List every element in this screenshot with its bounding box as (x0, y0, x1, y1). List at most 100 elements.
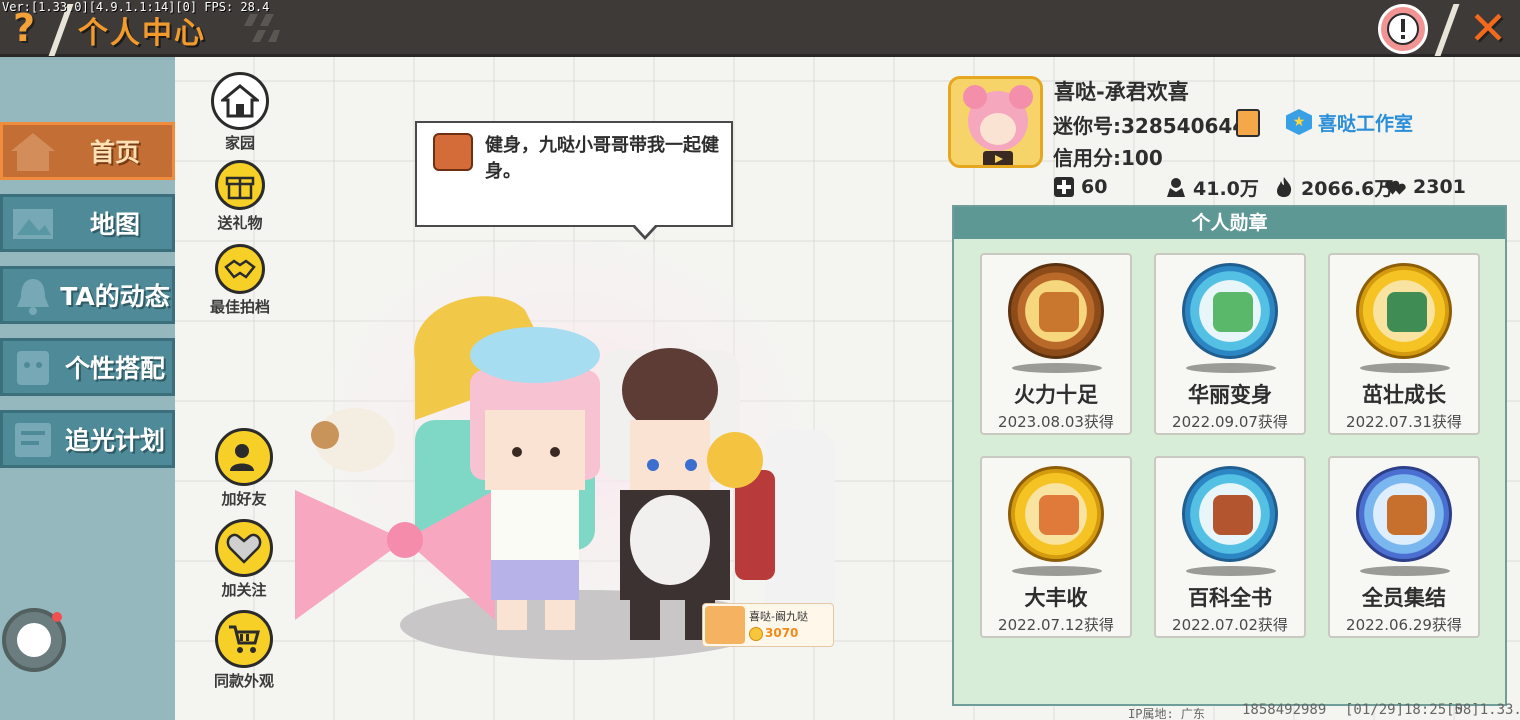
medal-date: 2022.07.12获得 (998, 616, 1114, 634)
avatar[interactable] (948, 76, 1043, 168)
stat-value: 2066.6万 (1301, 177, 1394, 200)
cow-face (630, 420, 710, 490)
same-outfit-label: 同款外观 (213, 672, 274, 690)
speech-bubble: 健身，九哒小哥哥带我一起健身。 (415, 121, 733, 227)
close-button[interactable]: ✕ (1462, 4, 1514, 54)
follow-button[interactable]: 加关注 (209, 519, 279, 600)
partner-avatar (705, 606, 745, 644)
add-friend-button[interactable]: 加好友 (209, 428, 279, 509)
medal-card[interactable]: 华丽变身 2022.09.07获得 (1154, 253, 1306, 435)
medal-date: 2022.09.07获得 (1172, 413, 1288, 431)
plus-box-icon (1054, 177, 1074, 197)
character-face-icon (433, 133, 473, 171)
joystick-knob (17, 623, 51, 657)
stat-fans: 41.0万 (1165, 174, 1259, 200)
medal-icon (1356, 263, 1452, 359)
add-friend-label: 加好友 (221, 490, 267, 508)
nav-label: TA的动态 (60, 282, 170, 311)
stat-value: 2301 (1413, 176, 1466, 198)
map-icon (13, 209, 53, 239)
copy-icon[interactable] (1236, 109, 1260, 137)
avatar-portrait (951, 79, 1040, 165)
credit-score: 信用分:100 (1053, 146, 1163, 170)
house-icon (11, 133, 55, 171)
studio-link[interactable]: ★ 喜哒工作室 (1286, 108, 1413, 136)
report-button[interactable] (1378, 4, 1428, 54)
nav-label: 个性搭配 (64, 354, 165, 383)
medal-panel: 个人勋章 火力十足 2023.08.03获得 华丽变身 2022.09.07获得… (952, 205, 1507, 706)
studio-name: 喜哒工作室 (1318, 112, 1414, 135)
medal-shadow (1360, 363, 1450, 373)
girl-shorts (491, 560, 579, 600)
medal-card[interactable]: 全员集结 2022.06.29获得 (1328, 456, 1480, 638)
nav-label: 首页 (89, 138, 140, 167)
nav-item-outfit[interactable]: 个性搭配 (0, 338, 175, 396)
medal-shadow (1012, 363, 1102, 373)
player-name: 喜哒-承君欢喜 (1054, 80, 1189, 104)
left-nav: 首页 地图 TA的动态 个性搭配 追光计划 (0, 60, 175, 720)
girl-hat (470, 327, 600, 383)
home-button[interactable]: 家园 (205, 72, 275, 153)
medal-name: 大丰收 (1024, 586, 1088, 610)
stat-level: 60 (1053, 174, 1107, 200)
stat-value: 60 (1081, 176, 1108, 198)
best-partner-label: 最佳拍档 (209, 298, 270, 316)
medal-name: 全员集结 (1362, 586, 1446, 610)
speech-tail-fill (634, 224, 656, 236)
best-partner-button[interactable]: 最佳拍档 (205, 244, 275, 317)
medal-icon (1356, 466, 1452, 562)
medal-card[interactable]: 火力十足 2023.08.03获得 (980, 253, 1132, 435)
stat-likes: 2301 (1385, 174, 1466, 200)
partner-name: 喜哒-阚九哒 (749, 610, 808, 623)
warning-icon (1387, 13, 1419, 45)
joystick-button[interactable] (2, 608, 66, 672)
handshake-icon (215, 244, 265, 294)
medal-shadow (1186, 566, 1276, 576)
medal-shadow (1012, 566, 1102, 576)
girl-shirt (491, 490, 579, 560)
fire-icon (1277, 177, 1292, 197)
medal-name: 百科全书 (1188, 586, 1272, 610)
nav-item-map[interactable]: 地图 (0, 194, 175, 252)
version: [58]1.33.0 (1446, 702, 1520, 718)
send-gift-button[interactable]: 送礼物 (205, 160, 275, 233)
coin-icon (749, 627, 763, 641)
girl-face (485, 410, 585, 490)
house-icon (211, 72, 269, 130)
same-outfit-button[interactable]: 同款外观 (209, 610, 279, 691)
bell-icon (17, 279, 49, 315)
medal-panel-title: 个人勋章 (954, 207, 1505, 239)
outfit-icon (17, 351, 49, 385)
medal-name: 华丽变身 (1188, 383, 1272, 407)
medal-date: 2022.07.02获得 (1172, 616, 1288, 634)
medal-shadow (1360, 566, 1450, 576)
fans-icon (1167, 178, 1185, 197)
studio-icon: ★ (1286, 109, 1312, 135)
mini-id: 迷你号:328540644 (1053, 114, 1247, 138)
medal-icon (1182, 263, 1278, 359)
ip-location: IP属地: 广东 (1128, 707, 1205, 720)
medal-icon (1008, 263, 1104, 359)
divider (1434, 4, 1460, 56)
nav-item-home[interactable]: 首页 (0, 122, 175, 180)
notification-dot (52, 612, 62, 622)
page-title: 个人中心 (78, 16, 206, 51)
nav-label: 追光计划 (64, 426, 165, 455)
medal-icon (1182, 466, 1278, 562)
speech-text: 健身，九哒小哥哥带我一起健身。 (485, 135, 719, 182)
medal-date: 2023.08.03获得 (998, 413, 1114, 431)
medal-date: 2022.06.29获得 (1346, 616, 1462, 634)
stat-value: 41.0万 (1193, 177, 1259, 200)
partner-tag[interactable]: 喜哒-阚九哒 3070 (702, 603, 834, 647)
nav-item-chase-light[interactable]: 追光计划 (0, 410, 175, 468)
plan-icon (15, 423, 51, 457)
heart-icon (215, 519, 273, 577)
stripes-decoration (244, 14, 280, 42)
medal-card[interactable]: 大丰收 2022.07.12获得 (980, 456, 1132, 638)
medal-card[interactable]: 百科全书 2022.07.02获得 (1154, 456, 1306, 638)
medal-card[interactable]: 茁壮成长 2022.07.31获得 (1328, 253, 1480, 435)
medal-date: 2022.07.31获得 (1346, 413, 1462, 431)
hearts-icon (1385, 180, 1406, 195)
debug-info: Ver:[1.33.0][4.9.1.1:14][0] FPS: 28.4 (2, 0, 270, 14)
nav-item-activity[interactable]: TA的动态 (0, 266, 175, 324)
